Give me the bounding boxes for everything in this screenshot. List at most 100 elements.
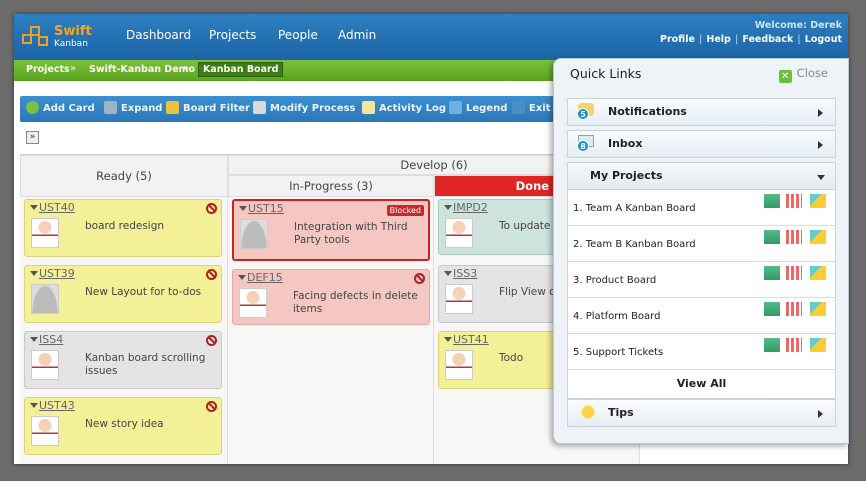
board-grid-icon[interactable]: [786, 230, 802, 244]
feedback-link[interactable]: Feedback: [742, 34, 793, 45]
card-UST40[interactable]: UST40 board redesign: [24, 199, 222, 257]
card-id[interactable]: ISS4: [39, 333, 63, 346]
block-icon[interactable]: [414, 273, 425, 284]
lightbulb-icon: [578, 404, 598, 424]
card-UST39[interactable]: UST39 New Layout for to-dos: [24, 265, 222, 323]
avatar: [31, 350, 59, 380]
card-collapse-icon[interactable]: [30, 337, 38, 342]
board-grid-icon[interactable]: [786, 266, 802, 280]
log-icon: [362, 101, 375, 114]
nav-projects[interactable]: Projects: [209, 28, 256, 42]
inbox-section[interactable]: 8 Inbox: [567, 130, 836, 158]
block-icon[interactable]: [206, 401, 217, 412]
legend-button[interactable]: Legend: [449, 101, 507, 114]
chart-icon[interactable]: [810, 230, 826, 244]
block-icon[interactable]: [206, 335, 217, 346]
card-id[interactable]: ISS3: [453, 267, 477, 280]
card-id[interactable]: DEF15: [247, 271, 283, 284]
inbox-label: Inbox: [608, 137, 643, 150]
breadcrumb-separator-icon: »: [183, 63, 190, 74]
activity-log-button[interactable]: Activity Log: [362, 101, 446, 114]
close-icon: ✕: [778, 70, 792, 83]
card-collapse-icon[interactable]: [444, 337, 452, 342]
project-row: 2. Team B Kanban Board: [568, 226, 835, 262]
nav-people[interactable]: People: [278, 28, 318, 42]
card-title: board redesign: [85, 220, 165, 232]
avatar: [445, 284, 473, 314]
card-UST43[interactable]: UST43 New story idea: [24, 397, 222, 455]
chart-icon[interactable]: [810, 266, 826, 280]
sort-icon[interactable]: [764, 194, 780, 208]
card-collapse-icon[interactable]: [30, 205, 38, 210]
notifications-count: 5: [577, 108, 589, 120]
card-collapse-icon[interactable]: [238, 275, 246, 280]
project-link[interactable]: 5. Support Tickets: [573, 347, 663, 358]
expand-icon: [104, 101, 117, 114]
logout-link[interactable]: Logout: [805, 34, 842, 45]
card-ISS4[interactable]: ISS4 Kanban board scrolling issues: [24, 331, 222, 389]
card-id[interactable]: UST39: [39, 267, 75, 280]
card-title: Flip View o: [499, 286, 556, 298]
project-link[interactable]: 4. Platform Board: [573, 311, 660, 322]
project-link[interactable]: 2. Team B Kanban Board: [573, 239, 696, 250]
expand-button[interactable]: Expand: [104, 101, 162, 114]
nav-admin[interactable]: Admin: [338, 28, 376, 42]
board-filter-button[interactable]: Board Filter: [166, 101, 250, 114]
notifications-section[interactable]: 5 Notifications: [567, 98, 836, 126]
avatar: [31, 218, 59, 248]
user-links: Profile | Help | Feedback | Logout: [660, 34, 842, 45]
close-button[interactable]: ✕ Close: [778, 66, 828, 83]
view-all-link[interactable]: View All: [568, 370, 835, 398]
breadcrumb-project[interactable]: Swift-Kanban Demo: [89, 64, 195, 75]
nav-dashboard[interactable]: Dashboard: [126, 28, 191, 42]
project-row: 3. Product Board: [568, 262, 835, 298]
block-icon[interactable]: [206, 269, 217, 280]
sort-icon[interactable]: [764, 266, 780, 280]
card-id[interactable]: IMPD2: [453, 201, 488, 214]
tips-label: Tips: [608, 406, 634, 419]
card-UST15[interactable]: UST15 Blocked Integration with Third Party…: [232, 199, 430, 261]
board-grid-icon[interactable]: [786, 338, 802, 352]
card-title: Kanban board scrolling issues: [85, 352, 206, 377]
my-projects-section[interactable]: My Projects: [567, 162, 836, 190]
card-id[interactable]: UST43: [39, 399, 75, 412]
card-collapse-icon[interactable]: [444, 271, 452, 276]
add-card-button[interactable]: Add Card: [26, 101, 95, 114]
quick-links-header: Quick Links ✕ Close: [554, 59, 848, 89]
profile-link[interactable]: Profile: [660, 34, 695, 45]
breadcrumb-projects[interactable]: Projects: [26, 64, 70, 75]
modify-process-button[interactable]: Modify Process: [253, 101, 356, 114]
card-id[interactable]: UST40: [39, 201, 75, 214]
chart-icon[interactable]: [810, 194, 826, 208]
card-title: New story idea: [85, 418, 164, 430]
sort-icon[interactable]: [764, 302, 780, 316]
chart-icon[interactable]: [810, 302, 826, 316]
swift-kanban-logo[interactable]: Swift Kanban: [22, 22, 102, 54]
card-DEF15[interactable]: DEF15 Facing defects in delete items: [232, 269, 430, 325]
card-collapse-icon[interactable]: [30, 403, 38, 408]
tips-section[interactable]: Tips: [567, 399, 836, 427]
chart-icon[interactable]: [810, 338, 826, 352]
sort-icon[interactable]: [764, 230, 780, 244]
notifications-label: Notifications: [608, 105, 687, 118]
chevron-right-icon: [818, 141, 823, 149]
help-link[interactable]: Help: [706, 34, 730, 45]
board-grid-icon[interactable]: [786, 194, 802, 208]
card-collapse-icon[interactable]: [239, 206, 247, 211]
exit-button[interactable]: Exit: [512, 101, 551, 114]
card-title: Integration with Third Party tools: [294, 221, 408, 246]
card-id[interactable]: UST41: [453, 333, 489, 346]
sort-icon[interactable]: [764, 338, 780, 352]
chevron-right-icon: [818, 410, 823, 418]
breadcrumb-separator-icon: »: [70, 63, 77, 74]
project-link[interactable]: 3. Product Board: [573, 275, 656, 286]
block-icon[interactable]: [206, 203, 217, 214]
project-link[interactable]: 1. Team A Kanban Board: [573, 203, 696, 214]
card-id[interactable]: UST15: [248, 202, 284, 215]
board-grid-icon[interactable]: [786, 302, 802, 316]
top-header: Swift Kanban Dashboard Projects People A…: [14, 14, 848, 60]
card-collapse-icon[interactable]: [30, 271, 38, 276]
card-collapse-icon[interactable]: [444, 205, 452, 210]
filter-icon: [166, 101, 179, 114]
expand-columns-button[interactable]: »: [26, 131, 39, 144]
